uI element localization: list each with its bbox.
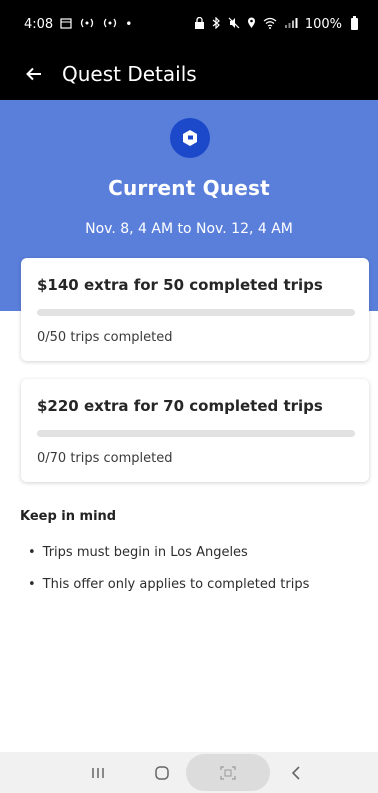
scan-icon[interactable]: [216, 762, 240, 784]
list-item: Trips must begin in Los Angeles: [28, 545, 309, 577]
nfc-icon: [79, 17, 95, 32]
quest-dates: Nov. 8, 4 AM to Nov. 12, 4 AM: [85, 221, 293, 237]
signal-icon: [284, 17, 298, 32]
keep-in-mind-list: Trips must begin in Los Angeles This off…: [28, 545, 310, 609]
wifi-icon: [263, 17, 277, 32]
mute-icon: [228, 17, 240, 32]
status-right: 100%: [194, 16, 358, 32]
quest-card-title: $220 extra for 70 completed trips: [37, 397, 323, 415]
status-time: 4:08: [24, 16, 54, 32]
status-bar: 4:08 • 100%: [0, 0, 378, 48]
location-icon: [247, 17, 256, 32]
list-item: This offer only applies to completed tri…: [28, 577, 310, 609]
calendar-icon: [60, 17, 72, 32]
nfc-icon: [102, 17, 118, 32]
app-bar: Quest Details: [0, 48, 378, 100]
progress-bar: [37, 309, 355, 316]
status-left: 4:08 •: [24, 17, 132, 32]
recents-icon[interactable]: [86, 762, 110, 784]
page-title: Quest Details: [62, 62, 197, 86]
quest-logo-icon: [170, 118, 210, 158]
back-icon[interactable]: [284, 762, 308, 784]
quest-card: $140 extra for 50 completed trips 0/50 t…: [21, 258, 369, 361]
battery-percent: 100%: [304, 16, 342, 32]
dot-icon: •: [125, 17, 133, 31]
lock-icon: [194, 16, 205, 32]
quest-card: $220 extra for 70 completed trips 0/70 t…: [21, 379, 369, 482]
quest-title: Current Quest: [108, 176, 270, 200]
system-nav-bar: [0, 752, 378, 793]
home-icon[interactable]: [150, 762, 174, 784]
quest-card-title: $140 extra for 50 completed trips: [37, 276, 323, 294]
quest-card-status: 0/50 trips completed: [37, 330, 173, 345]
quest-card-status: 0/70 trips completed: [37, 451, 173, 466]
arrow-left-icon[interactable]: [20, 60, 48, 88]
keep-in-mind-heading: Keep in mind: [20, 509, 117, 524]
bluetooth-icon: [212, 16, 221, 32]
battery-icon: [351, 16, 358, 30]
progress-bar: [37, 430, 355, 437]
